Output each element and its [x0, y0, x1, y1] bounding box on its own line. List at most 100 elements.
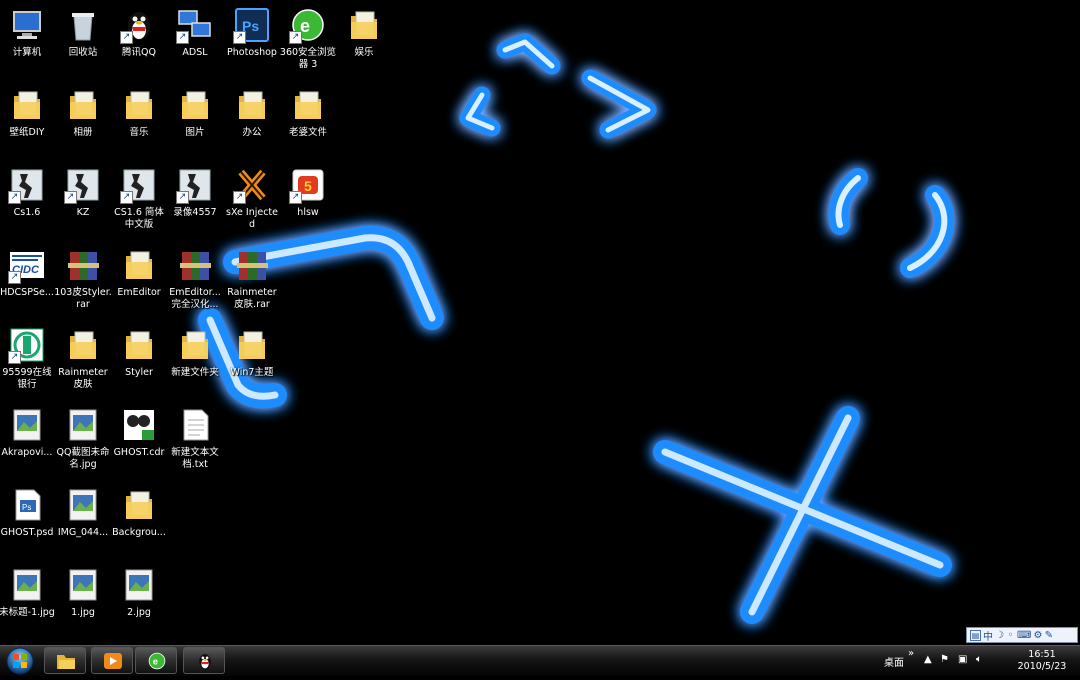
- image-file-icon: [64, 406, 102, 444]
- desktop-icon[interactable]: EmEditor: [110, 242, 168, 320]
- desktop-icon-label: 2.jpg: [127, 607, 151, 618]
- desktop-icon-label: 相册: [73, 127, 93, 138]
- taskbar-button-qq-penguin[interactable]: [183, 647, 225, 674]
- desktop-icon[interactable]: CIDC ↗ HDCSPSe...: [0, 242, 56, 320]
- shortcut-arrow-icon: ↗: [233, 191, 246, 204]
- desktop-icon-label: GHOST.psd: [0, 527, 54, 538]
- desktop-icon-label: hlsw: [297, 207, 319, 218]
- desktop-icon[interactable]: ↗ CS1.6 简体中文版: [110, 162, 168, 240]
- desktop-icon[interactable]: 1.jpg: [54, 562, 112, 640]
- folder-icon: [176, 86, 214, 124]
- browser-360-icon: e: [148, 652, 166, 670]
- taskbar-button-media-player[interactable]: [91, 647, 133, 674]
- desktop-icon[interactable]: Backgrou...: [110, 482, 168, 560]
- desktop-icon[interactable]: 壁纸DIY: [0, 82, 56, 160]
- folder-icon: [233, 326, 271, 364]
- keyboard-icon[interactable]: ⌨: [1017, 630, 1031, 641]
- taskbar: e 桌面 » ▲ ⚑ ▣ 🔈︎ 16:51 2010/5/23: [0, 645, 1080, 676]
- computer-icon: [8, 6, 46, 44]
- folder-icon: [345, 6, 383, 44]
- desktop-toolbar-label[interactable]: 桌面: [884, 654, 904, 669]
- desktop-icon[interactable]: 新建文本文档.txt: [166, 402, 224, 480]
- desktop-icon[interactable]: 娱乐: [335, 2, 393, 80]
- desktop-icon[interactable]: Rainmeter皮肤: [54, 322, 112, 400]
- start-button[interactable]: [2, 646, 38, 676]
- image-file-icon: [64, 486, 102, 524]
- show-hidden-icons[interactable]: ▲: [924, 654, 932, 665]
- volume-icon[interactable]: 🔈︎: [976, 654, 982, 665]
- desktop-icon[interactable]: ↗ sXe Injected: [223, 162, 281, 240]
- svg-text:e: e: [153, 657, 158, 668]
- network-icon: ↗: [176, 6, 214, 44]
- hlsw-icon: 5 ↗: [289, 166, 327, 204]
- help-icon[interactable]: ✎: [1044, 630, 1053, 641]
- desktop-icon-label: 95599在线银行: [2, 367, 52, 390]
- desktop-icon-label: KZ: [76, 207, 90, 218]
- desktop-icon[interactable]: Ps ↗ Photoshop: [223, 2, 281, 80]
- desktop-icon-label: EmEditor...完全汉化...: [169, 287, 221, 310]
- desktop-icon[interactable]: 音乐: [110, 82, 168, 160]
- toolbar-chevron-icon[interactable]: »: [908, 648, 914, 659]
- desktop-icon-label: 图片: [185, 127, 205, 138]
- folder-icon: [64, 86, 102, 124]
- network-icon[interactable]: ▣: [958, 654, 967, 665]
- text-file-icon: [176, 406, 214, 444]
- desktop-icon[interactable]: Win7主题: [223, 322, 281, 400]
- shortcut-arrow-icon: ↗: [176, 31, 189, 44]
- desktop-icon[interactable]: 103皮Styler.rar: [54, 242, 112, 320]
- desktop-icon[interactable]: 回收站: [54, 2, 112, 80]
- desktop-icon[interactable]: 未标题-1.jpg: [0, 562, 56, 640]
- desktop-icon-label: Rainmeter皮肤: [58, 367, 108, 390]
- half-width-moon-icon[interactable]: ☽: [995, 630, 1004, 641]
- desktop-icon-label: sXe Injected: [226, 207, 278, 230]
- taskbar-button-windows-explorer[interactable]: [44, 647, 86, 674]
- desktop-icon[interactable]: 办公: [223, 82, 281, 160]
- desktop-icon-label: 360安全浏览器 3: [279, 47, 337, 70]
- desktop-icon[interactable]: ↗ 95599在线银行: [0, 322, 56, 400]
- taskbar-button-browser-360[interactable]: e: [135, 647, 177, 674]
- folder-icon: [289, 86, 327, 124]
- shortcut-arrow-icon: ↗: [289, 191, 302, 204]
- folder-icon: [64, 326, 102, 364]
- desktop-icon[interactable]: Rainmeter皮肤.rar: [223, 242, 281, 320]
- desktop-icon[interactable]: Ps GHOST.psd: [0, 482, 56, 560]
- qq-penguin-icon: [199, 654, 211, 669]
- desktop-icon-label: 壁纸DIY: [9, 127, 45, 138]
- shortcut-arrow-icon: ↗: [233, 31, 246, 44]
- action-center-flag-icon[interactable]: ⚑: [940, 654, 949, 665]
- desktop-icon[interactable]: 计算机: [0, 2, 56, 80]
- psd-file-icon: Ps: [8, 486, 46, 524]
- language-bar[interactable]: ▤ 中 ☽ ◦ ⌨ ⚙ ✎: [966, 627, 1078, 643]
- desktop-icon-label: 计算机: [12, 47, 42, 58]
- desktop-icon[interactable]: GHOST.cdr: [110, 402, 168, 480]
- ime-icon[interactable]: ▤: [970, 629, 981, 641]
- ime-mode-label[interactable]: 中: [983, 628, 993, 643]
- desktop-icon[interactable]: ↗ ADSL: [166, 2, 224, 80]
- desktop-icon[interactable]: QQ截图未命名.jpg: [54, 402, 112, 480]
- image-file-icon: [64, 566, 102, 604]
- desktop-icon[interactable]: 图片: [166, 82, 224, 160]
- desktop-icon[interactable]: 相册: [54, 82, 112, 160]
- desktop[interactable]: 计算机 回收站 ↗ 腾讯QQ ↗ ADSL Ps ↗ Photoshop e ↗ 360安全浏览器 3…: [0, 0, 1080, 645]
- clock[interactable]: 16:51 2010/5/23: [1010, 649, 1074, 673]
- desktop-icon[interactable]: IMG_044...: [54, 482, 112, 560]
- desktop-icon[interactable]: 新建文件夹: [166, 322, 224, 400]
- settings-icon[interactable]: ⚙: [1033, 630, 1042, 641]
- desktop-icon-label: 新建文件夹: [171, 367, 219, 378]
- desktop-icon[interactable]: ↗ Cs1.6: [0, 162, 56, 240]
- desktop-icon[interactable]: Styler: [110, 322, 168, 400]
- desktop-icon[interactable]: Akrapovi...: [0, 402, 56, 480]
- desktop-icon[interactable]: 5 ↗ hlsw: [279, 162, 337, 240]
- photoshop-icon: Ps ↗: [233, 6, 271, 44]
- desktop-icon[interactable]: e ↗ 360安全浏览器 3: [279, 2, 337, 80]
- shortcut-arrow-icon: ↗: [120, 191, 133, 204]
- desktop-icon[interactable]: 老婆文件: [279, 82, 337, 160]
- cross-symbol: [653, 406, 952, 624]
- punctuation-icon[interactable]: ◦: [1006, 630, 1015, 641]
- desktop-icon[interactable]: ↗ 录像4557: [166, 162, 224, 240]
- shortcut-arrow-icon: ↗: [64, 191, 77, 204]
- desktop-icon[interactable]: ↗ KZ: [54, 162, 112, 240]
- desktop-icon[interactable]: ↗ 腾讯QQ: [110, 2, 168, 80]
- desktop-icon[interactable]: 2.jpg: [110, 562, 168, 640]
- desktop-icon[interactable]: EmEditor...完全汉化...: [166, 242, 224, 320]
